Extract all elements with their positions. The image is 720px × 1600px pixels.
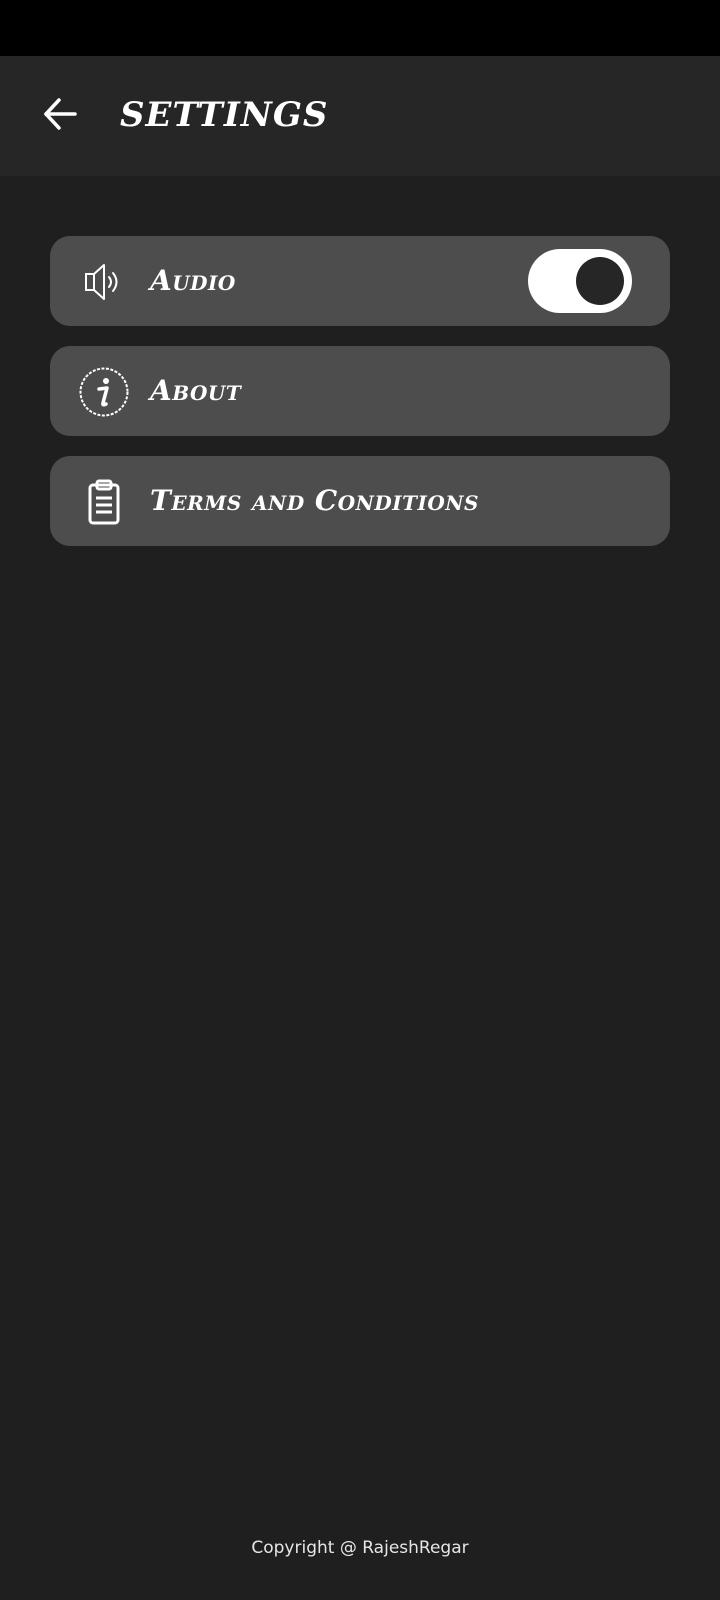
settings-list: Audio About Terms and Conditions xyxy=(50,236,670,566)
settings-item-terms[interactable]: Terms and Conditions xyxy=(50,456,670,546)
settings-item-audio[interactable]: Audio xyxy=(50,236,670,326)
info-icon xyxy=(78,366,130,418)
settings-item-about[interactable]: About xyxy=(50,346,670,436)
toggle-knob xyxy=(576,257,624,305)
settings-item-label: About xyxy=(150,374,242,407)
clipboard-icon xyxy=(78,476,130,528)
app-bar: SETTINGS xyxy=(0,56,720,176)
speaker-icon xyxy=(78,256,130,308)
arrow-left-icon xyxy=(44,98,77,130)
copyright-text: Copyright @ RajeshRegar xyxy=(251,1538,469,1558)
status-bar xyxy=(0,0,720,56)
back-button[interactable] xyxy=(34,82,86,146)
settings-item-label: Audio xyxy=(150,264,236,297)
audio-toggle[interactable] xyxy=(528,249,632,313)
settings-item-label: Terms and Conditions xyxy=(150,484,479,517)
page-title: SETTINGS xyxy=(120,95,329,135)
